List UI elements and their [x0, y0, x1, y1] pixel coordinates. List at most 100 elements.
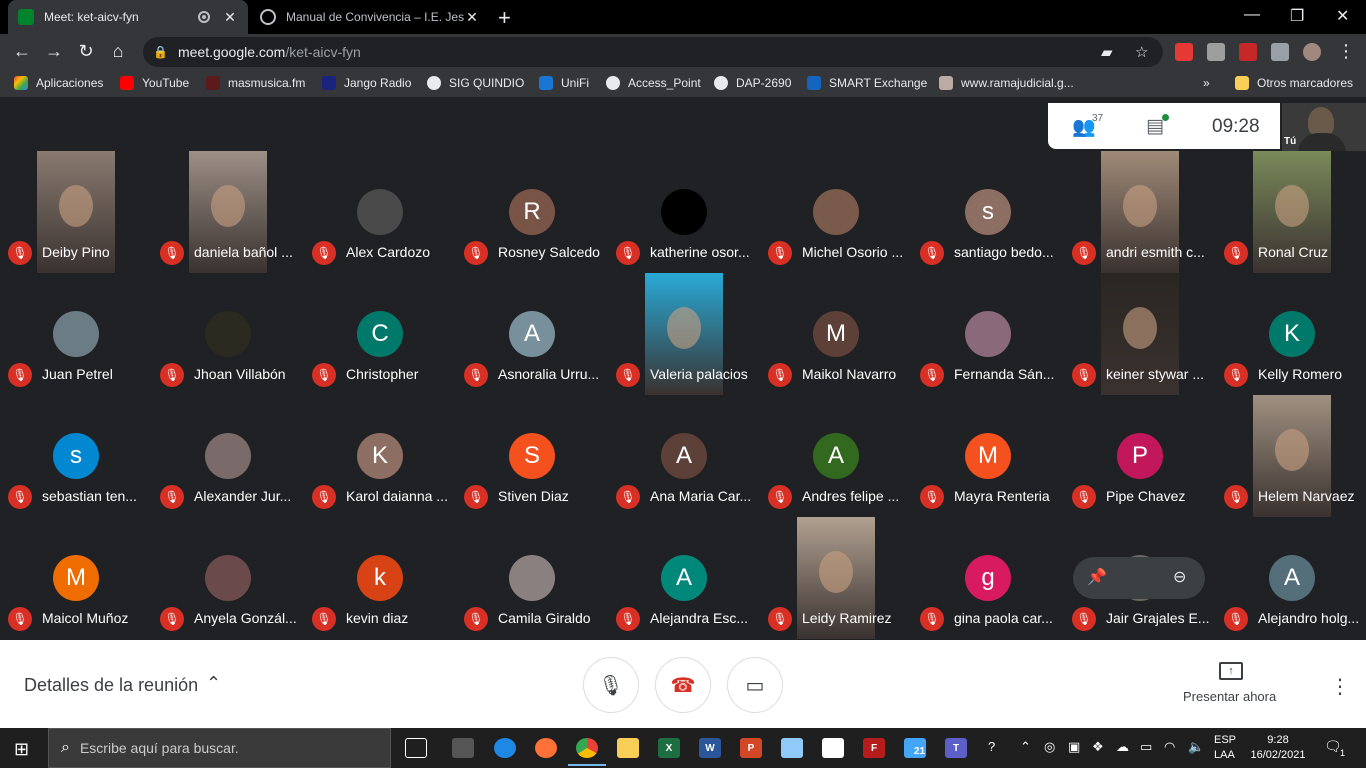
onedrive-icon[interactable]: ☁ [1116, 739, 1129, 755]
tab-manual[interactable]: Manual de Convivencia – I.E. Jesú ✕ [250, 0, 490, 34]
more-options-icon[interactable]: ⋮ [1330, 674, 1350, 699]
participant-tile[interactable]: 🎙 daniela bañol ... [152, 151, 304, 273]
participant-tile[interactable]: M 🎙 Mayra Renteria [912, 395, 1064, 517]
present-now-button[interactable]: Presentar ahora [1183, 689, 1276, 704]
participant-tile[interactable]: 🎙 Camila Giraldo [456, 517, 608, 639]
participant-tile[interactable]: S 🎙 Stiven Diaz [456, 395, 608, 517]
powerpoint-icon[interactable]: P [740, 738, 762, 758]
participant-tile[interactable]: s 🎙 sebastian ten... [0, 395, 152, 517]
filezilla-icon[interactable]: F [863, 738, 885, 758]
participant-tile[interactable]: 🎙 Leidy Ramirez [760, 517, 912, 639]
language-indicator[interactable]: ESP LAA [1214, 733, 1236, 763]
participant-tile[interactable]: 🎙 Ronal Cruz [1216, 151, 1366, 273]
participant-tile[interactable]: 🎙 Jhoan Villabón [152, 273, 304, 395]
participant-tile[interactable]: 🎙 Helem Narvaez [1216, 395, 1366, 517]
chevron-up-icon[interactable]: ⌃ [206, 673, 221, 694]
edge-icon[interactable] [494, 738, 516, 758]
close-tab-icon[interactable]: ✕ [222, 9, 238, 26]
profile-avatar[interactable] [1303, 43, 1321, 61]
participant-tile[interactable]: P 🎙 Pipe Chavez [1064, 395, 1216, 517]
folder-badge-icon[interactable]: 21 [904, 738, 926, 758]
participant-tile[interactable]: 🎙 Fernanda Sán... [912, 273, 1064, 395]
close-window-button[interactable]: ✕ [1336, 6, 1349, 26]
bookmark-apps[interactable]: Aplicaciones [14, 76, 103, 90]
participant-tile[interactable]: 🎙 Alex Cardozo [304, 151, 456, 273]
firefox-icon[interactable] [535, 738, 557, 758]
calendar-extension-icon[interactable] [1239, 43, 1257, 61]
participant-tile[interactable]: M 🎙 Maikol Navarro [760, 273, 912, 395]
participant-tile[interactable]: K 🎙 Kelly Romero [1216, 273, 1366, 395]
tray-app-icon[interactable]: ◎ [1044, 739, 1055, 755]
remove-participant-icon[interactable]: ⊖ [1173, 567, 1186, 587]
bookmarks-overflow-button[interactable]: » [1203, 76, 1210, 90]
close-tab-icon[interactable]: ✕ [464, 9, 480, 26]
participant-tile[interactable]: g 🎙 gina paola car... [912, 517, 1064, 639]
bookmark-sig-quindio[interactable]: SIG QUINDIO [427, 76, 524, 90]
bookmark-star-icon[interactable]: ☆ [1135, 43, 1148, 61]
participant-tile[interactable]: A 🎙 Andres felipe ... [760, 395, 912, 517]
bookmark-smart-exchange[interactable]: SMART Exchange [807, 76, 927, 90]
bookmark-masmusica[interactable]: masmusica.fm [206, 76, 305, 90]
participant-tile[interactable]: K 🎙 Karol daianna ... [304, 395, 456, 517]
self-view[interactable]: Tú [1282, 103, 1366, 151]
participant-tile[interactable]: A 🎙 Alejandro holg... [1216, 517, 1366, 639]
meeting-details-button[interactable]: Detalles de la reunión [24, 675, 198, 696]
camera-icon[interactable]: ▰ [1101, 43, 1113, 61]
participant-tile[interactable]: 🎙 Anyela Gonzál... [152, 517, 304, 639]
reload-button[interactable]: ↻ [75, 41, 97, 62]
chrome-icon[interactable] [568, 738, 606, 766]
microphone-button[interactable]: 🎙 [583, 657, 639, 713]
bookmark-youtube[interactable]: YouTube [120, 76, 189, 90]
participant-tile[interactable]: s 🎙 santiago bedo... [912, 151, 1064, 273]
participant-tile[interactable]: R 🎙 Rosney Salcedo [456, 151, 608, 273]
menu-kebab-icon[interactable]: ⋮ [1335, 41, 1357, 62]
snip-tool-icon[interactable] [781, 738, 803, 758]
participant-tile[interactable]: 🎙 Deiby Pino [0, 151, 152, 273]
excel-icon[interactable]: X [658, 738, 680, 758]
participant-tile[interactable]: k 🎙 kevin diaz [304, 517, 456, 639]
address-bar[interactable]: 🔒 meet.google.com/ket-aicv-fyn ▰ ☆ [143, 37, 1163, 67]
battery-icon[interactable]: ▭ [1140, 739, 1152, 755]
tab-meet[interactable]: Meet: ket-aicv-fyn ✕ [8, 0, 248, 34]
bookmark-access-point[interactable]: Access_Point [606, 76, 701, 90]
word-icon[interactable]: W [699, 738, 721, 758]
bookmark-unifi[interactable]: UniFi [539, 76, 589, 90]
present-screen-icon[interactable]: ↑ [1219, 662, 1243, 680]
windows-start-icon[interactable]: ⊞ [14, 739, 29, 760]
bookmark-ramajudicial[interactable]: www.ramajudicial.g... [939, 76, 1074, 90]
participant-tile[interactable]: A 🎙 Alejandra Esc... [608, 517, 760, 639]
file-explorer-icon[interactable] [617, 738, 639, 758]
print-extension-icon[interactable] [1207, 43, 1225, 61]
participant-tile[interactable]: C 🎙 Christopher [304, 273, 456, 395]
forward-button[interactable]: → [43, 41, 65, 62]
show-hidden-icons-icon[interactable]: ⌃ [1020, 739, 1031, 755]
task-view-icon[interactable] [405, 738, 427, 758]
camera-button[interactable]: ▭ [727, 657, 783, 713]
leave-call-button[interactable]: ☎ [655, 657, 711, 713]
puzzle-extensions-icon[interactable] [1271, 43, 1289, 61]
participant-tile[interactable]: 🎙 keiner stywar ... [1064, 273, 1216, 395]
teams-icon[interactable]: T [945, 738, 967, 758]
participant-tile[interactable]: 🎙 Valeria palacios [608, 273, 760, 395]
participant-tile[interactable]: M 🎙 Maicol Muñoz [0, 517, 152, 639]
pin-icon[interactable]: 📌 [1087, 567, 1107, 587]
bookmark-dap-2690[interactable]: DAP-2690 [714, 76, 791, 90]
other-bookmarks[interactable]: Otros marcadores [1235, 76, 1353, 90]
participant-tile[interactable]: A 🎙 Asnoralia Urru... [456, 273, 608, 395]
back-button[interactable]: ← [11, 41, 33, 62]
taskbar-clock[interactable]: 9:28 16/02/2021 [1250, 733, 1306, 763]
help-icon[interactable]: ? [988, 739, 995, 754]
pdf-extension-icon[interactable] [1175, 43, 1193, 61]
home-button[interactable]: ⌂ [107, 41, 129, 62]
new-tab-button[interactable]: + [498, 5, 511, 31]
minimize-button[interactable]: — [1244, 6, 1260, 24]
participant-tile[interactable]: 🎙 Michel Osorio ... [760, 151, 912, 273]
volume-icon[interactable]: 🔈 [1188, 739, 1204, 755]
participant-tile[interactable]: 🎙 katherine osor... [608, 151, 760, 273]
participant-tile[interactable]: A 🎙 Ana Maria Car... [608, 395, 760, 517]
wifi-icon[interactable]: ◠ [1164, 739, 1175, 755]
maximize-button[interactable]: ❐ [1290, 6, 1304, 26]
participant-tile[interactable]: 🎙 Alexander Jur... [152, 395, 304, 517]
taskbar-search[interactable]: ⌕ Escribe aquí para buscar. [48, 728, 391, 768]
bookmark-jango[interactable]: Jango Radio [322, 76, 411, 90]
